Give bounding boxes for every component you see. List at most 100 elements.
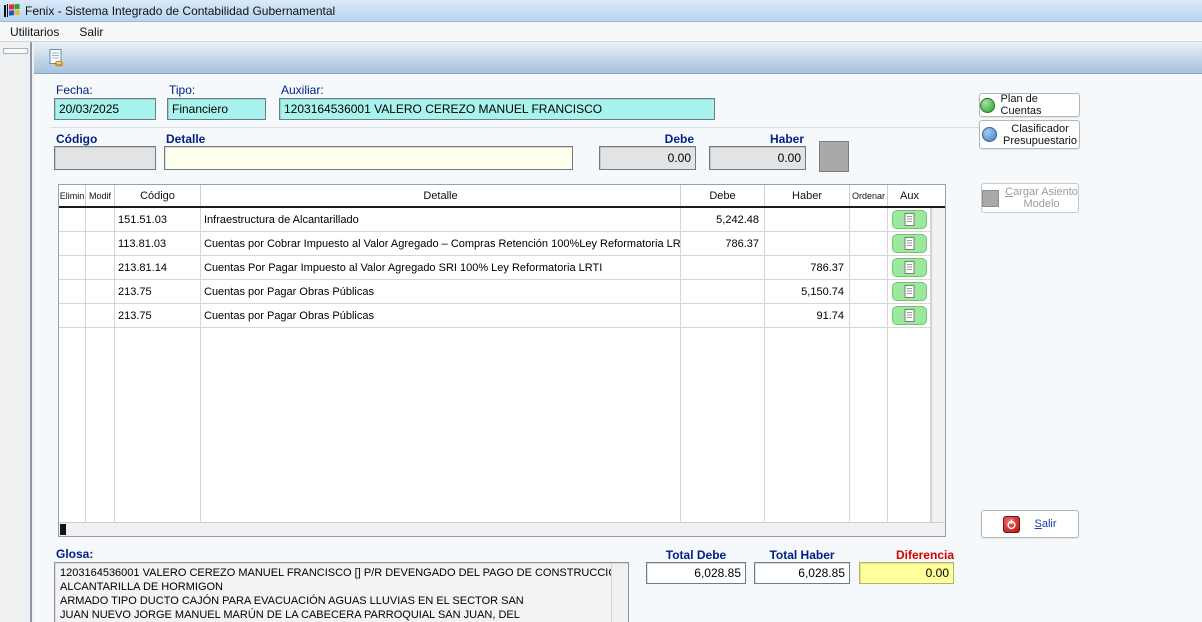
plan-de-cuentas-button[interactable]: Plan de Cuentas [979, 93, 1080, 117]
header-debe[interactable]: Debe [681, 185, 765, 206]
glosa-line: JUAN NUEVO JORGE MANUEL MARÚN DE LA CABE… [60, 608, 623, 622]
modif-cell[interactable] [86, 304, 115, 327]
cargar-asiento-label: Cargar AsientoModelo [1005, 186, 1078, 210]
title-bar: Fenix - Sistema Integrado de Contabilida… [0, 0, 1202, 22]
codigo-cell: 213.75 [115, 280, 201, 303]
menu-salir[interactable]: Salir [69, 23, 113, 41]
fecha-input[interactable]: 20/03/2025 [54, 98, 156, 120]
window-title: Fenix - Sistema Integrado de Contabilida… [25, 4, 335, 18]
total-haber-value: 6,028.85 [754, 562, 850, 584]
diferencia-label: Diferencia [859, 548, 954, 562]
aux-button[interactable] [892, 210, 927, 229]
aux-document-icon [904, 261, 915, 274]
codigo-cell: 113.81.03 [115, 232, 201, 255]
document-coins-icon [46, 48, 66, 68]
aux-cell [888, 304, 931, 327]
ordenar-cell[interactable] [850, 304, 888, 327]
clasificador-label: ClasificadorPresupuestario [1003, 123, 1077, 147]
add-entry-button[interactable] [819, 141, 849, 172]
ordenar-cell[interactable] [850, 208, 888, 231]
table-row[interactable]: 213.81.14 Cuentas Por Pagar Impuesto al … [59, 256, 945, 280]
header-ordenar[interactable]: Ordenar [850, 185, 888, 206]
modif-cell[interactable] [86, 232, 115, 255]
table-row[interactable]: 213.75 Cuentas por Pagar Obras Públicas … [59, 280, 945, 304]
aux-button[interactable] [892, 258, 927, 277]
detalle-cell: Cuentas Por Pagar Impuesto al Valor Agre… [201, 256, 681, 279]
panel-grip[interactable] [3, 48, 28, 54]
app-icon [4, 3, 20, 19]
clasificador-presupuestario-button[interactable]: ClasificadorPresupuestario [979, 120, 1080, 149]
menu-utilitarios[interactable]: Utilitarios [0, 23, 69, 41]
modif-cell[interactable] [86, 256, 115, 279]
elimin-cell[interactable] [59, 208, 86, 231]
main-content: Fecha: 20/03/2025 Tipo: Financiero Auxil… [34, 74, 1202, 622]
glosa-label: Glosa: [56, 547, 93, 561]
elimin-cell[interactable] [59, 232, 86, 255]
aux-cell [888, 280, 931, 303]
auxiliar-input[interactable]: 1203164536001 VALERO CEREZO MANUEL FRANC… [279, 98, 715, 120]
modif-cell[interactable] [86, 208, 115, 231]
debe-cell [681, 256, 765, 279]
modif-cell[interactable] [86, 280, 115, 303]
detalle-input[interactable] [164, 146, 573, 170]
debe-cell: 786.37 [681, 232, 765, 255]
elimin-cell[interactable] [59, 256, 86, 279]
detalle-cell: Cuentas por Pagar Obras Públicas [201, 304, 681, 327]
scrollbar-thumb[interactable] [60, 524, 66, 535]
tipo-input[interactable]: Financiero [167, 98, 266, 120]
ordenar-cell[interactable] [850, 256, 888, 279]
ordenar-cell[interactable] [850, 280, 888, 303]
total-debe-value: 6,028.85 [646, 562, 746, 584]
auxiliar-label: Auxiliar: [281, 83, 324, 97]
new-entry-button[interactable] [44, 46, 68, 70]
haber-cell [765, 232, 850, 255]
codigo-input[interactable] [54, 146, 156, 170]
tipo-label: Tipo: [169, 83, 195, 97]
header-aux[interactable]: Aux [888, 185, 931, 206]
haber-label: Haber [709, 132, 804, 146]
detalle-cell: Cuentas por Pagar Obras Públicas [201, 280, 681, 303]
debe-input[interactable]: 0.00 [599, 146, 696, 170]
left-panel-strip [0, 42, 32, 622]
aux-button[interactable] [892, 282, 927, 301]
glosa-line: 1203164536001 VALERO CEREZO MANUEL FRANC… [60, 566, 623, 580]
menu-bar: Utilitarios Salir [0, 22, 1202, 42]
table-vertical-scrollbar[interactable] [931, 208, 945, 522]
salir-button[interactable]: Salir [981, 510, 1079, 538]
table-empty-area [59, 328, 945, 522]
header-haber[interactable]: Haber [765, 185, 850, 206]
ordenar-cell[interactable] [850, 232, 888, 255]
elimin-cell[interactable] [59, 280, 86, 303]
header-codigo[interactable]: Código [115, 185, 201, 206]
aux-button[interactable] [892, 306, 927, 325]
debe-cell [681, 304, 765, 327]
aux-document-icon [904, 309, 915, 322]
glosa-textarea[interactable]: 1203164536001 VALERO CEREZO MANUEL FRANC… [54, 562, 629, 622]
header-detalle[interactable]: Detalle [201, 185, 681, 206]
aux-button[interactable] [892, 234, 927, 253]
aux-document-icon [904, 285, 915, 298]
detalle-cell: Infraestructura de Alcantarillado [201, 208, 681, 231]
elimin-cell[interactable] [59, 304, 86, 327]
header-modif[interactable]: Modif [86, 185, 115, 206]
separator-line [51, 127, 993, 128]
table-row[interactable]: 213.75 Cuentas por Pagar Obras Públicas … [59, 304, 945, 328]
debe-label: Debe [599, 132, 694, 146]
table-row[interactable]: 151.51.03 Infraestructura de Alcantarill… [59, 208, 945, 232]
total-haber-label: Total Haber [754, 548, 850, 562]
table-row[interactable]: 113.81.03 Cuentas por Cobrar Impuesto al… [59, 232, 945, 256]
green-sphere-icon [980, 98, 995, 113]
aux-document-icon [904, 213, 915, 226]
header-elimin[interactable]: Elimin [59, 185, 86, 206]
haber-input[interactable]: 0.00 [709, 146, 806, 170]
cargar-asiento-modelo-button[interactable]: Cargar AsientoModelo [981, 183, 1079, 213]
total-debe-label: Total Debe [646, 548, 746, 562]
aux-cell [888, 208, 931, 231]
glosa-scrollbar[interactable] [611, 564, 627, 622]
power-icon [1003, 516, 1020, 533]
haber-cell: 786.37 [765, 256, 850, 279]
diferencia-value: 0.00 [859, 562, 954, 584]
blue-sphere-icon [982, 127, 997, 142]
detalle-cell: Cuentas por Cobrar Impuesto al Valor Agr… [201, 232, 681, 255]
table-horizontal-scrollbar[interactable] [59, 522, 945, 536]
